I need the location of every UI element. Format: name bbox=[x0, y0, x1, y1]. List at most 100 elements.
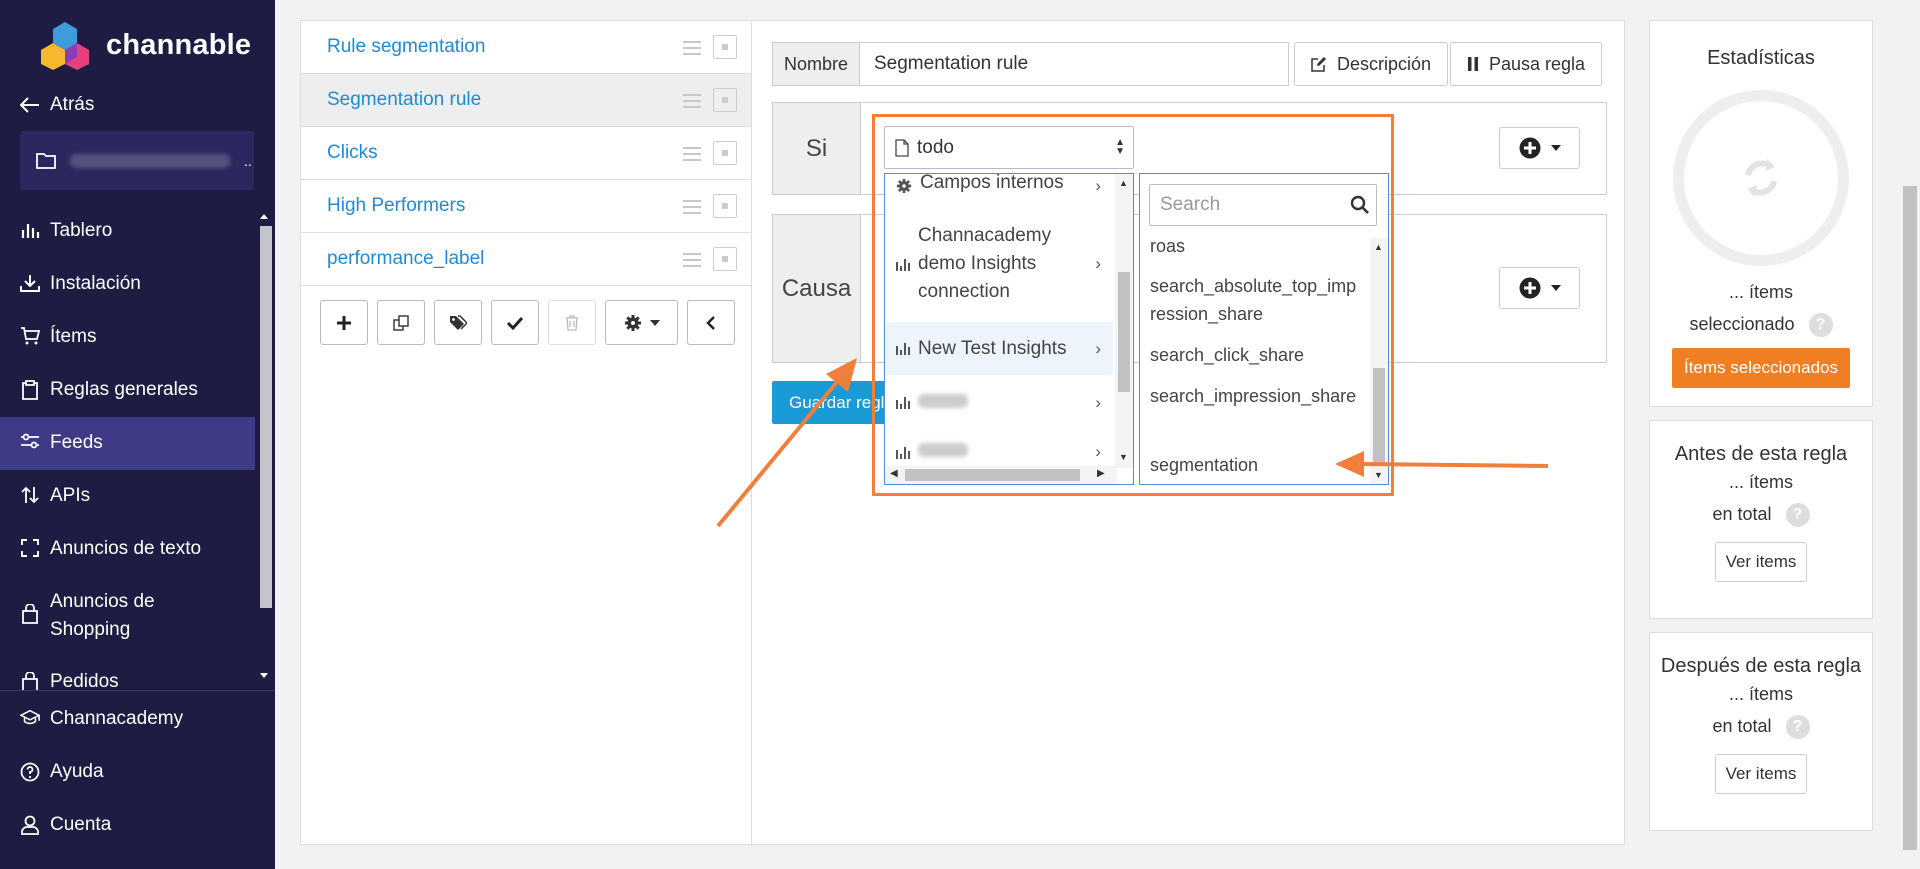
gear-icon bbox=[896, 178, 912, 194]
drag-handle-icon[interactable] bbox=[683, 196, 701, 218]
rule-item-selected[interactable]: Segmentation rule bbox=[301, 74, 751, 127]
scroll-thumb[interactable] bbox=[905, 469, 1080, 481]
add-condition-button[interactable] bbox=[1499, 127, 1580, 169]
graduation-cap-icon bbox=[20, 709, 40, 725]
in-total-label: en total bbox=[1712, 504, 1772, 524]
blurred-label bbox=[918, 393, 968, 408]
add-action-button[interactable] bbox=[1499, 267, 1580, 309]
scroll-down-icon[interactable] bbox=[259, 672, 269, 680]
drag-handle-icon[interactable] bbox=[683, 143, 701, 165]
sidebar-scrollbar[interactable] bbox=[260, 226, 272, 608]
field-list-scrollbar[interactable]: ▲ ▼ bbox=[1370, 238, 1388, 484]
sidebar-item-general-rules[interactable]: Reglas generales bbox=[0, 364, 255, 417]
rule-toggle-checkbox[interactable] bbox=[713, 35, 737, 59]
field-option[interactable]: search_click_share bbox=[1150, 341, 1360, 369]
add-rule-button[interactable] bbox=[320, 300, 368, 345]
description-button[interactable]: Descripción bbox=[1294, 42, 1449, 86]
sidebar-item-label: Anuncios de Shopping bbox=[50, 591, 155, 640]
rule-name-input[interactable]: Segmentation rule bbox=[859, 42, 1289, 86]
copy-rule-button[interactable] bbox=[377, 300, 425, 345]
delete-rule-button[interactable] bbox=[548, 300, 596, 345]
gear-icon bbox=[624, 314, 641, 331]
scroll-right-icon[interactable]: ▶ bbox=[1097, 468, 1105, 479]
list-item-blurred[interactable]: › bbox=[885, 376, 1113, 429]
help-icon[interactable]: ? bbox=[1785, 715, 1810, 740]
drag-handle-icon[interactable] bbox=[683, 90, 701, 112]
rule-item[interactable]: Rule segmentation bbox=[301, 21, 751, 74]
frame-corners-icon bbox=[21, 539, 39, 557]
sidebar-item-apis[interactable]: APIs bbox=[0, 470, 255, 523]
scroll-up-icon[interactable]: ▲ bbox=[1374, 242, 1383, 252]
field-list: Search roas search_absolute_top_impressi… bbox=[1139, 173, 1389, 485]
pause-icon bbox=[1468, 57, 1478, 71]
sidebar-item-orders[interactable]: Pedidos bbox=[0, 656, 255, 690]
copy-icon bbox=[393, 314, 409, 331]
collapse-panel-button[interactable] bbox=[687, 300, 735, 345]
sidebar-item-shopping-ads[interactable]: Anuncios de Shopping bbox=[0, 576, 255, 656]
sidebar-item-label: Tablero bbox=[50, 220, 113, 241]
name-label: Nombre bbox=[772, 42, 860, 86]
sidebar-item-channacademy[interactable]: Channacademy bbox=[0, 693, 275, 746]
sidebar-item-dashboard[interactable]: Tablero bbox=[0, 205, 255, 258]
help-icon[interactable]: ? bbox=[1808, 313, 1833, 338]
search-placeholder: Search bbox=[1160, 194, 1221, 215]
rule-item[interactable]: Clicks bbox=[301, 127, 751, 180]
rule-toggle-checkbox[interactable] bbox=[713, 141, 737, 165]
back-link[interactable]: Atrás bbox=[20, 94, 94, 116]
scroll-down-icon[interactable]: ▼ bbox=[1374, 470, 1383, 480]
rule-item[interactable]: performance_label bbox=[301, 233, 751, 286]
field-option[interactable]: search_absolute_top_impression_share bbox=[1150, 272, 1360, 328]
sidebar-item-text-ads[interactable]: Anuncios de texto bbox=[0, 523, 255, 576]
rule-toggle-checkbox[interactable] bbox=[713, 194, 737, 218]
rule-item[interactable]: High Performers bbox=[301, 180, 751, 233]
list-vertical-scrollbar[interactable]: ▲ ▼ bbox=[1115, 174, 1133, 468]
scroll-up-icon[interactable]: ▲ bbox=[1119, 178, 1128, 188]
field-option[interactable]: roas bbox=[1150, 232, 1360, 260]
scroll-up-icon[interactable] bbox=[259, 212, 269, 220]
scroll-down-icon[interactable]: ▼ bbox=[1119, 452, 1128, 462]
pause-rule-button[interactable]: Pausa regla bbox=[1450, 42, 1603, 86]
scroll-thumb[interactable] bbox=[1118, 272, 1130, 392]
sidebar-item-help[interactable]: Ayuda bbox=[0, 746, 275, 799]
project-selector[interactable]: .. bbox=[20, 131, 254, 190]
help-icon[interactable]: ? bbox=[1785, 503, 1810, 528]
sidebar-item-setup[interactable]: Instalación bbox=[0, 258, 255, 311]
plus-circle-icon bbox=[1519, 277, 1540, 299]
field-option-segmentation[interactable]: segmentation bbox=[1150, 451, 1360, 479]
rule-toggle-checkbox[interactable] bbox=[713, 88, 737, 112]
logo[interactable]: channable bbox=[38, 20, 251, 70]
view-items-button[interactable]: Ver items bbox=[1714, 542, 1808, 582]
drag-handle-icon[interactable] bbox=[683, 249, 701, 271]
sidebar-item-items[interactable]: Ítems bbox=[0, 311, 255, 364]
selected-items-button[interactable]: Ítems seleccionados bbox=[1671, 348, 1851, 388]
sidebar-item-label: Instalación bbox=[50, 273, 141, 294]
sidebar-item-label: Channacademy bbox=[50, 708, 184, 729]
tag-rule-button[interactable] bbox=[434, 300, 482, 345]
list-item-channacademy-insights[interactable]: Channacademy demo Insights connection › bbox=[885, 218, 1113, 310]
sidebar-item-account[interactable]: Cuenta bbox=[0, 799, 275, 852]
validate-rule-button[interactable] bbox=[491, 300, 539, 345]
list-item-new-test-insights[interactable]: New Test Insights › bbox=[885, 322, 1113, 375]
page-scroll-thumb[interactable] bbox=[1903, 186, 1917, 850]
sidebar-item-label: Pedidos bbox=[50, 671, 119, 690]
download-icon bbox=[20, 275, 40, 292]
rule-toggle-checkbox[interactable] bbox=[713, 247, 737, 271]
scroll-thumb[interactable] bbox=[1373, 368, 1385, 466]
caret-down-icon bbox=[1550, 285, 1561, 291]
view-items-button[interactable]: Ver items bbox=[1714, 754, 1808, 794]
chevron-right-icon: › bbox=[1095, 442, 1101, 461]
rule-settings-dropdown[interactable] bbox=[605, 300, 678, 345]
in-total-label: en total bbox=[1712, 716, 1772, 736]
list-horizontal-scrollbar[interactable]: ◀ ▶ bbox=[885, 466, 1117, 484]
field-select[interactable]: todo ▲ ▼ bbox=[884, 126, 1134, 169]
drag-handle-icon[interactable] bbox=[683, 37, 701, 59]
field-option[interactable]: search_impression_share bbox=[1150, 382, 1360, 410]
rule-name: High Performers bbox=[327, 195, 466, 216]
save-rule-button[interactable]: Guardar regla bbox=[772, 381, 892, 424]
field-search-input[interactable]: Search bbox=[1149, 184, 1377, 226]
list-item-internal-fields[interactable]: Campos internos › bbox=[885, 174, 1113, 198]
shopping-bag-icon bbox=[22, 604, 38, 624]
scroll-left-icon[interactable]: ◀ bbox=[890, 468, 898, 479]
bar-chart-icon bbox=[21, 224, 40, 238]
sidebar-item-feeds[interactable]: Feeds bbox=[0, 417, 255, 470]
